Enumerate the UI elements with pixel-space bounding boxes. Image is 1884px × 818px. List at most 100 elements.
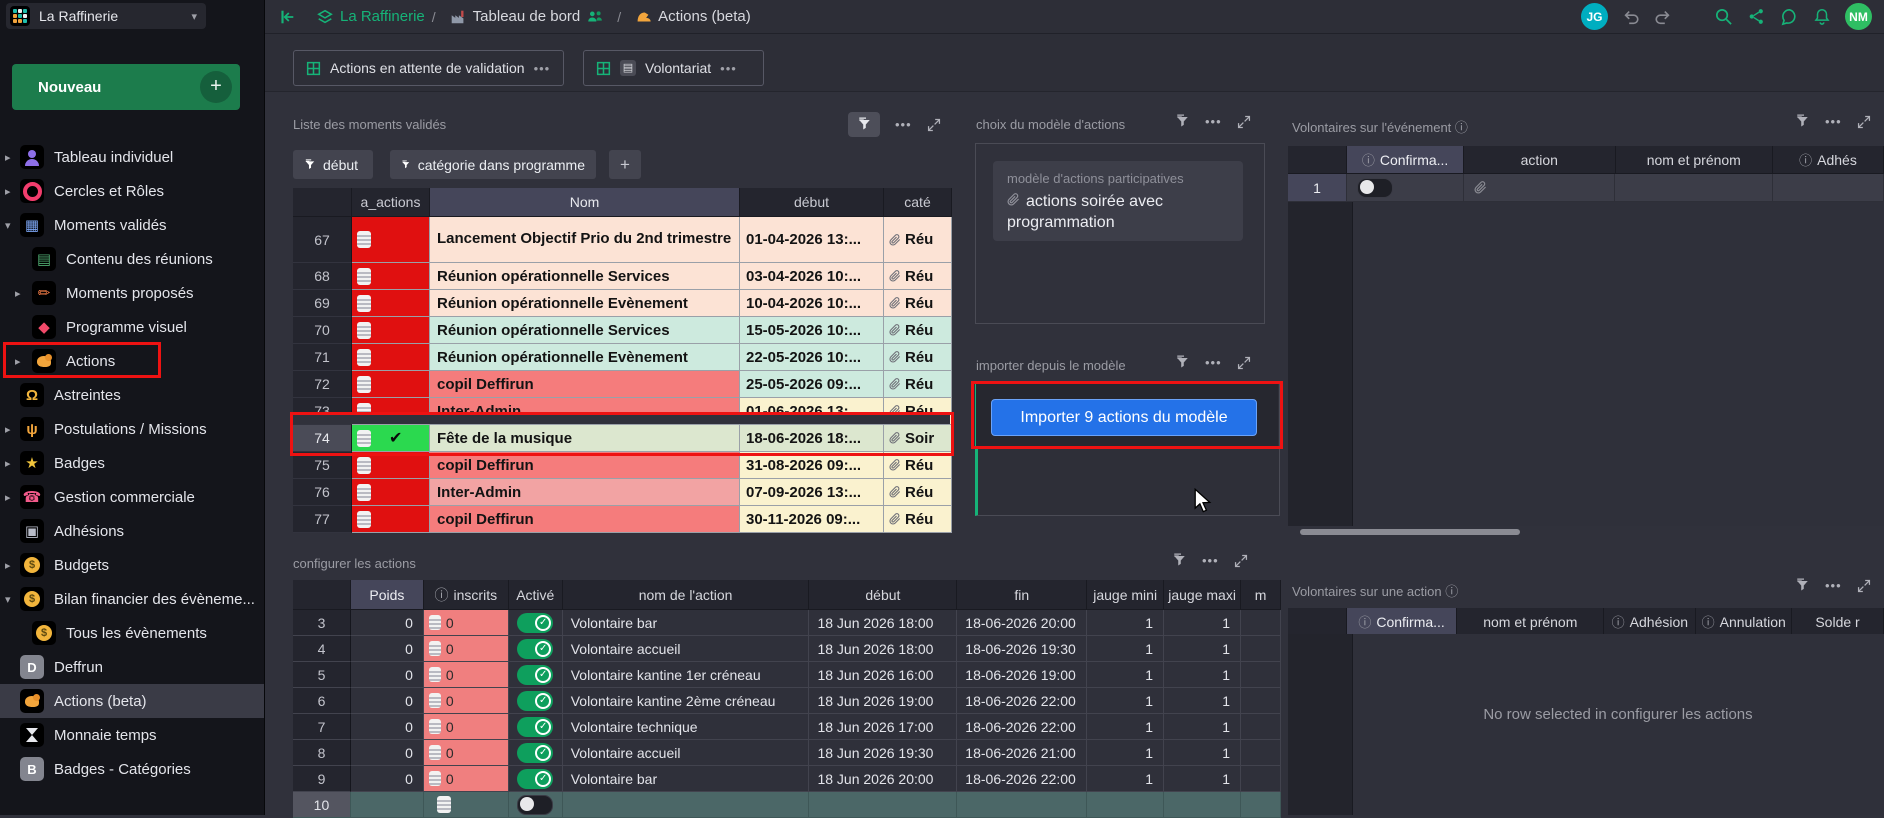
menu-dots-icon[interactable]: ••• [1205,114,1222,129]
toggle-off[interactable] [517,795,553,815]
categorie-cell[interactable]: Réu [884,263,952,290]
expand-icon[interactable] [1857,579,1871,593]
poids-cell[interactable]: 0 [351,766,424,792]
table-row[interactable]: 72copil Deffirun25-05-2026 09:...Réu [293,371,953,398]
toggle-on[interactable] [517,613,553,633]
table-row[interactable]: 900Volontaire bar18 Jun 2026 20:0018-06-… [293,766,1281,792]
nom-cell[interactable]: copil Deffirun [430,506,740,533]
sidebar-item-moments-valid-s[interactable]: ▾▦Moments validés [0,208,264,242]
cell-Adhés[interactable] [1773,174,1884,202]
column-header-Solde r[interactable]: Solde r [1792,608,1884,636]
sidebar-item-budgets[interactable]: ▸$Budgets [0,548,264,582]
undo-icon[interactable] [1622,8,1640,26]
toggle-on[interactable] [517,743,553,763]
row-number[interactable]: 8 [293,740,351,766]
chevron-right-icon[interactable]: ▸ [5,423,11,436]
poids-cell[interactable] [351,792,424,818]
column-header-début[interactable]: début [809,580,957,610]
nom-cell[interactable]: Réunion opérationnelle Services [430,317,740,344]
nom-cell[interactable]: Réunion opérationnelle Services [430,263,740,290]
sidebar-item-contenu-des-r-unions[interactable]: ▤Contenu des réunions [0,242,264,276]
poids-cell[interactable]: 0 [351,714,424,740]
sidebar-item-badges[interactable]: ▸★Badges [0,446,264,480]
clipped-cell[interactable] [1241,792,1281,818]
add-filter-button[interactable]: + [609,150,641,179]
menu-dots-icon[interactable]: ••• [1825,578,1842,593]
filter-chip-categorie[interactable]: catégorie dans programme [390,150,596,179]
expand-icon[interactable] [1237,115,1251,129]
jauge-mini-cell[interactable]: 1 [1087,740,1164,766]
clipped-cell[interactable] [1241,766,1281,792]
menu-dots-icon[interactable]: ••• [895,117,912,132]
jauge-mini-cell[interactable]: 1 [1087,662,1164,688]
filter-icon[interactable] [848,112,880,137]
debut-cell[interactable]: 18 Jun 2026 18:00 [809,610,957,636]
jauge-maxi-cell[interactable]: 1 [1164,636,1241,662]
chevron-right-icon[interactable]: ▸ [5,491,11,504]
categorie-cell[interactable]: Soir [884,425,952,452]
a-actions-cell[interactable] [352,371,430,398]
column-header-Confirma...[interactable]: ⓘConfirma... [1347,608,1457,636]
table-row[interactable]: 400Volontaire accueil18 Jun 2026 18:0018… [293,636,1281,662]
action-name-cell[interactable]: Volontaire accueil [563,740,810,766]
breadcrumb-item[interactable]: Actions (beta) [658,8,751,25]
a-actions-cell[interactable]: ✔ [352,425,430,452]
chat-icon[interactable] [1780,7,1799,26]
sidebar-item-actions[interactable]: ▸Actions [0,344,264,378]
nom-cell[interactable]: Fête de la musique [430,425,740,452]
jauge-mini-cell[interactable]: 1 [1087,714,1164,740]
toggle-off[interactable] [1357,178,1393,198]
fin-cell[interactable]: 18-06-2026 20:00 [957,610,1087,636]
row-number[interactable]: 9 [293,766,351,792]
clipped-cell[interactable] [1241,610,1281,636]
toggle-on[interactable] [517,717,553,737]
a-actions-cell[interactable] [352,479,430,506]
a-actions-cell[interactable] [352,217,430,263]
breadcrumb-item[interactable]: Tableau de bord [473,8,581,25]
bell-icon[interactable] [1813,7,1831,26]
sidebar-item-badges-cat-gories[interactable]: BBadges - Catégories [0,752,264,786]
table-row[interactable]: 600Volontaire kantine 2ème créneau18 Jun… [293,688,1281,714]
table-row[interactable]: 1 [1288,174,1884,202]
action-name-cell[interactable]: Volontaire bar [563,610,810,636]
column-header-jauge mini[interactable]: jauge mini [1087,580,1164,610]
inscrits-cell[interactable]: 0 [424,662,509,688]
clipped-cell[interactable] [1241,688,1281,714]
filter-icon[interactable] [1795,114,1810,129]
nom-cell[interactable]: copil Deffirun [430,452,740,479]
inscrits-cell[interactable]: 0 [424,636,509,662]
jauge-mini-cell[interactable] [1087,792,1164,818]
chevron-right-icon[interactable]: ▸ [5,185,11,198]
column-header-nom et prénom[interactable]: nom et prénom [1616,146,1773,174]
debut-cell[interactable]: 01-04-2026 13:... [740,217,884,263]
menu-dots-icon[interactable]: ••• [720,61,737,76]
nom-cell[interactable]: Réunion opérationnelle Evènement [430,344,740,371]
column-header-Adhésion[interactable]: ⓘAdhésion [1604,608,1696,636]
inscrits-cell[interactable]: 0 [424,714,509,740]
sidebar-item-tableau-individuel[interactable]: ▸Tableau individuel [0,140,264,174]
modele-card[interactable]: modèle d'actions participatives actions … [993,161,1243,241]
table-row[interactable]: 75copil Deffirun31-08-2026 09:...Réu [293,452,953,479]
filter-chip-debut[interactable]: début [293,150,373,179]
column-header-nom de l'action[interactable]: nom de l'action [563,580,810,610]
active-cell[interactable] [509,766,563,792]
nom-cell[interactable]: Inter-Admin [430,479,740,506]
new-button[interactable]: Nouveau + [12,64,240,110]
page-tab-volontariat[interactable]: ▤Volontariat••• [583,50,764,86]
inscrits-cell[interactable]: 0 [424,610,509,636]
table-row[interactable]: 68Réunion opérationnelle Services03-04-2… [293,263,953,290]
sidebar-item-postulations-missions[interactable]: ▸ψPostulations / Missions [0,412,264,446]
debut-cell[interactable]: 18 Jun 2026 18:00 [809,636,957,662]
action-name-cell[interactable]: Volontaire accueil [563,636,810,662]
a-actions-cell[interactable] [352,263,430,290]
chevron-right-icon[interactable]: ▸ [5,457,11,470]
column-header-rownum[interactable] [1288,608,1347,636]
cell-action[interactable] [1464,174,1616,202]
poids-cell[interactable]: 0 [351,636,424,662]
a-actions-cell[interactable] [352,452,430,479]
nom-cell[interactable]: Lancement Objectif Prio du 2nd trimestre [430,217,740,263]
clipped-cell[interactable] [1241,662,1281,688]
active-cell[interactable] [509,610,563,636]
active-cell[interactable] [509,636,563,662]
cell-nom et prénom[interactable] [1615,174,1772,202]
